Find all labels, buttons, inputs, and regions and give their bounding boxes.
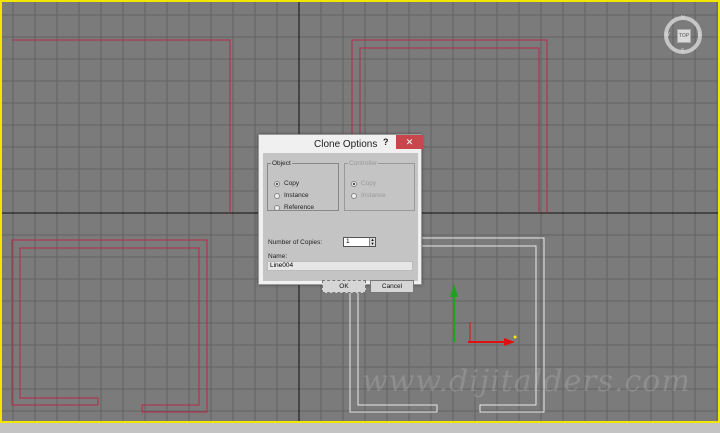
- compass-east: E: [698, 32, 702, 38]
- radio-reference[interactable]: Reference: [274, 204, 314, 211]
- object-group: Object Copy Instance Reference: [267, 160, 339, 211]
- radio-dot[interactable]: [274, 180, 280, 187]
- radio-dot[interactable]: [274, 192, 280, 199]
- move-gizmo: [450, 284, 517, 346]
- name-label: Name:: [268, 253, 288, 260]
- compass-south: S: [681, 48, 685, 54]
- controller-legend: Controller: [349, 160, 378, 167]
- radio-label: Instance: [361, 192, 386, 199]
- ok-button[interactable]: OK: [322, 280, 366, 293]
- cancel-button[interactable]: Cancel: [370, 280, 414, 293]
- copies-spinner[interactable]: 1 ▲ ▼: [343, 237, 376, 247]
- dialog-titlebar[interactable]: Clone Options ? ✕: [259, 135, 423, 153]
- shape-line: [12, 39, 231, 213]
- radio-dot[interactable]: [274, 204, 280, 211]
- radio-label: Copy: [361, 180, 377, 187]
- radio-label: Instance: [284, 192, 309, 199]
- radio-instance[interactable]: Instance: [274, 192, 309, 199]
- compass-west: W: [665, 32, 670, 38]
- dialog-title: Clone Options: [314, 139, 378, 150]
- clone-options-dialog: Clone Options ? ✕ Object Copy Instance R…: [258, 134, 423, 293]
- radio-dot: [351, 192, 357, 199]
- viewcube[interactable]: TOP N E S W: [664, 15, 702, 54]
- copies-label: Number of Copies:: [268, 239, 323, 246]
- radio-label: Reference: [284, 204, 314, 211]
- shape-line: [11, 239, 208, 413]
- radio-copy[interactable]: Copy: [274, 180, 299, 187]
- radio-controller-instance: Instance: [351, 192, 386, 199]
- name-input[interactable]: Line004: [267, 261, 413, 271]
- radio-controller-copy: Copy: [351, 180, 376, 187]
- object-legend: Object: [272, 160, 291, 167]
- copies-value[interactable]: 1: [346, 238, 350, 245]
- spinner-arrows-icon[interactable]: ▲ ▼: [369, 238, 375, 246]
- help-button[interactable]: ?: [383, 137, 389, 147]
- radio-label: Copy: [284, 180, 300, 187]
- radio-dot: [351, 180, 357, 187]
- close-button[interactable]: ✕: [396, 135, 423, 149]
- controller-group: Controller Copy Instance: [344, 160, 415, 211]
- viewcube-top-face[interactable]: TOP: [677, 29, 691, 43]
- watermark: www.dijitalders.com: [362, 364, 691, 399]
- compass-north: N: [681, 15, 685, 21]
